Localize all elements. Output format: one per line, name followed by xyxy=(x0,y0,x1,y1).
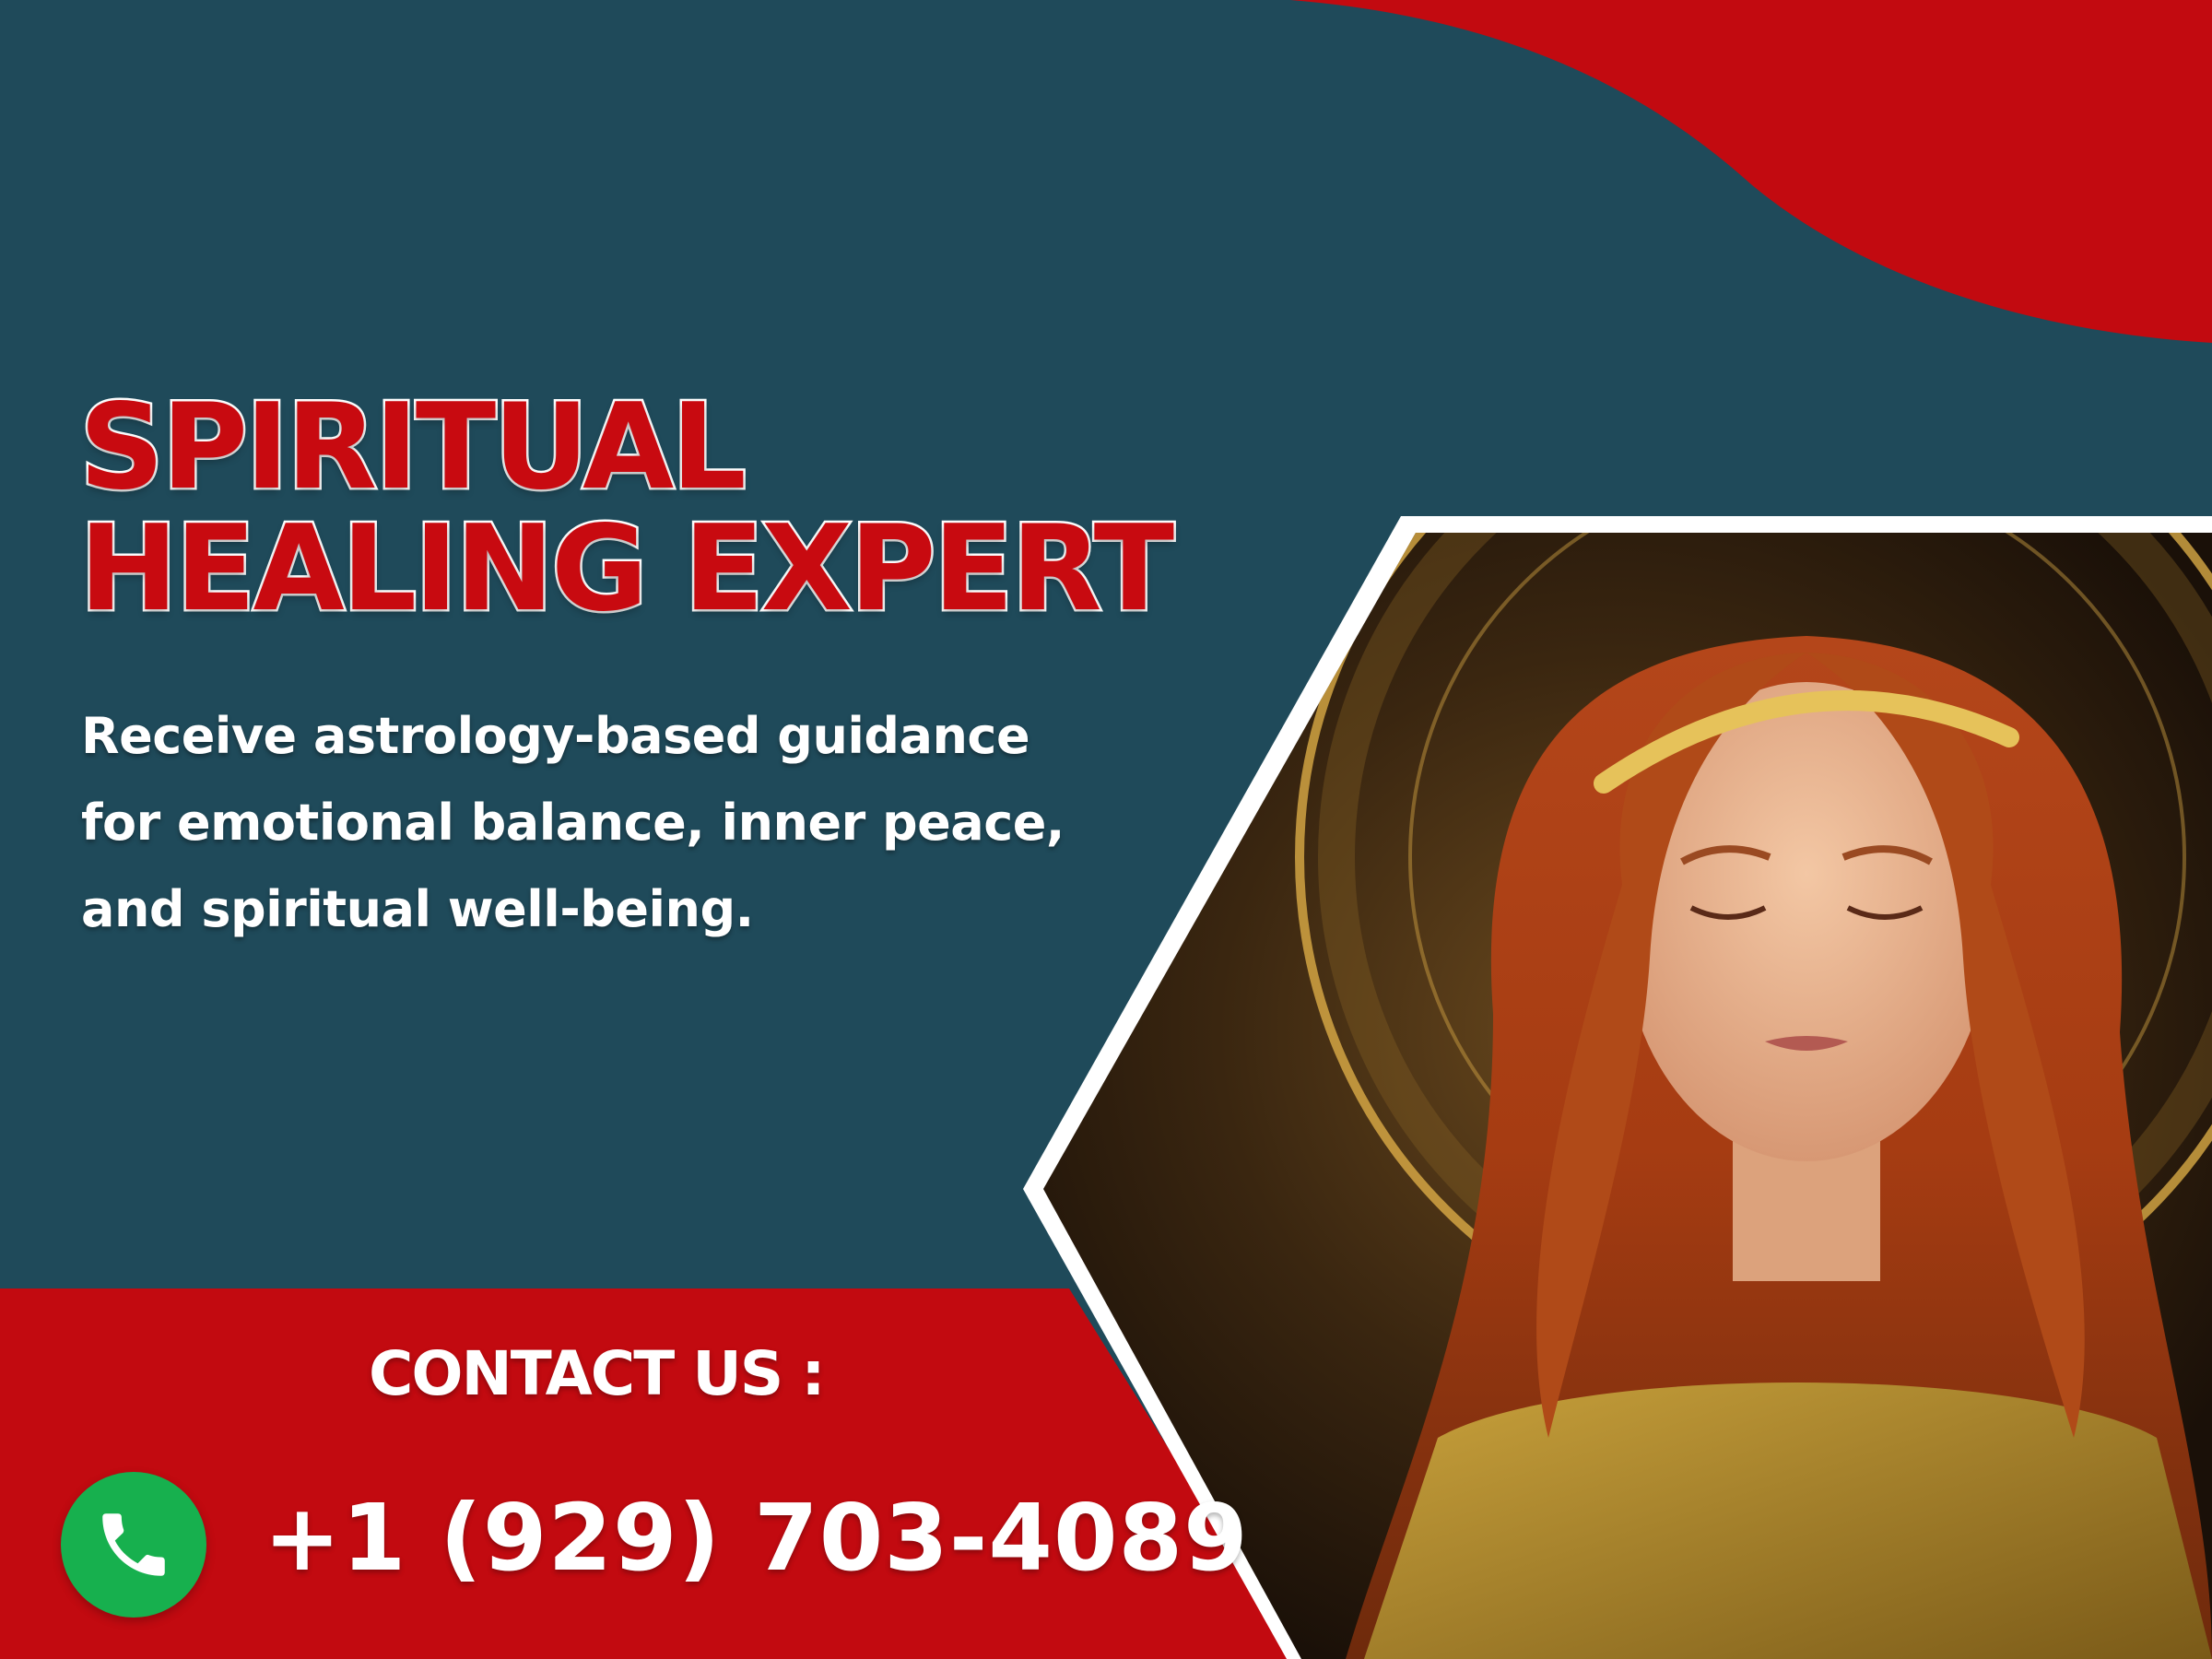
phone-handset-icon xyxy=(102,1513,165,1576)
headline: SPIRITUAL HEALING EXPERT xyxy=(76,379,1176,638)
phone-icon[interactable] xyxy=(61,1472,206,1618)
phone-number-link[interactable]: +1 (929) 703-4089 xyxy=(264,1484,1249,1592)
description-text: Receive astrology-based guidance for emo… xyxy=(81,707,1065,938)
banner: SPIRITUAL HEALING EXPERT Receive astrolo… xyxy=(0,0,2212,1659)
headline-line-2: HEALING EXPERT xyxy=(76,500,1176,638)
headline-line-1: SPIRITUAL xyxy=(76,379,748,516)
contact-label: CONTACT US : xyxy=(369,1338,826,1409)
